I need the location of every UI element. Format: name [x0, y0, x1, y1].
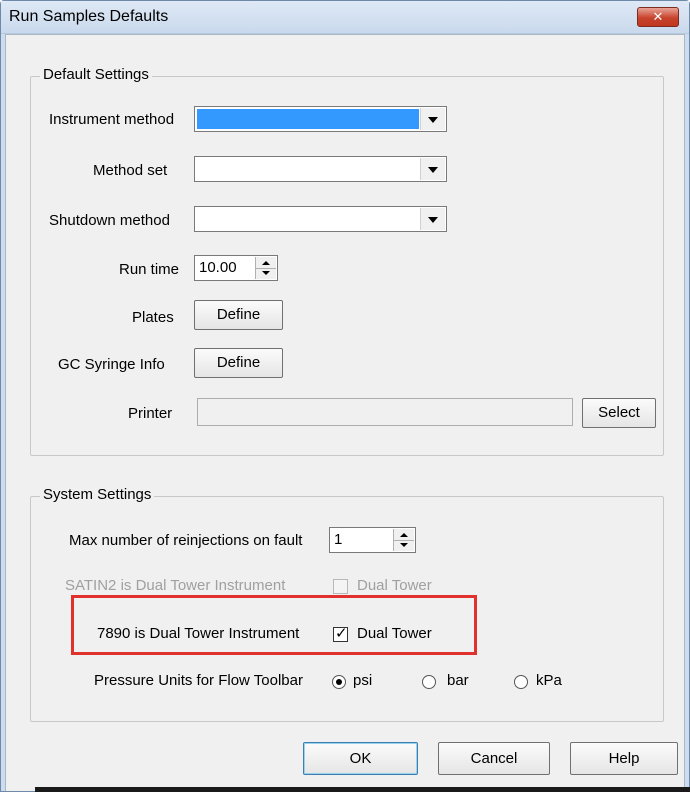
pressure-psi-radio[interactable] — [332, 675, 346, 689]
run-time-spinner[interactable]: 10.00 — [194, 255, 278, 281]
pressure-bar-label: bar — [447, 672, 469, 689]
instrument-method-label: Instrument method — [49, 111, 175, 128]
system-settings-legend: System Settings — [40, 486, 155, 503]
dialog-title: Run Samples Defaults — [9, 8, 169, 25]
pressure-psi-label: psi — [353, 672, 373, 689]
instrument-method-dropdown[interactable] — [194, 106, 447, 132]
shutdown-method-dropdown[interactable] — [194, 206, 447, 232]
default-settings-group: Default Settings Instrument method Metho… — [30, 66, 664, 456]
title-bar[interactable]: Run Samples Defaults ✕ — [1, 1, 689, 34]
taskbar-edge — [35, 787, 690, 792]
spin-down-icon[interactable] — [256, 268, 276, 279]
run-time-spin-buttons — [255, 257, 276, 279]
chevron-down-icon[interactable] — [420, 158, 445, 180]
method-set-label: Method set — [93, 162, 168, 179]
shutdown-method-selection — [197, 209, 419, 229]
printer-select-button[interactable]: Select — [582, 398, 656, 428]
pressure-kpa-label: kPa — [536, 672, 562, 689]
shutdown-method-label: Shutdown method — [49, 212, 170, 229]
method-set-dropdown[interactable] — [194, 156, 447, 182]
gc-syringe-label: GC Syringe Info — [58, 356, 165, 373]
dialog-client-area: Default Settings Instrument method Metho… — [5, 34, 685, 791]
run-time-label: Run time — [119, 261, 180, 278]
pressure-bar-radio[interactable] — [422, 675, 436, 689]
annotation-highlight-box — [71, 595, 477, 655]
gc-syringe-define-button[interactable]: Define — [194, 348, 283, 378]
plates-label: Plates — [132, 309, 174, 326]
printer-label: Printer — [128, 405, 173, 422]
spin-down-icon[interactable] — [394, 540, 414, 551]
satin2-dual-tower-checkbox-label: Dual Tower — [357, 577, 432, 594]
max-reinjections-label: Max number of reinjections on fault — [69, 532, 303, 549]
run-time-value[interactable]: 10.00 — [199, 259, 237, 276]
help-button[interactable]: Help — [570, 742, 678, 775]
plates-define-button[interactable]: Define — [194, 300, 283, 330]
cancel-button[interactable]: Cancel — [438, 742, 550, 775]
dialog-window: Run Samples Defaults ✕ Default Settings … — [0, 0, 690, 792]
radio-selected-dot — [336, 679, 342, 685]
pressure-kpa-radio[interactable] — [514, 675, 528, 689]
chevron-down-icon[interactable] — [420, 108, 445, 130]
max-reinjections-spinner[interactable]: 1 — [329, 527, 416, 553]
chevron-down-icon[interactable] — [420, 208, 445, 230]
close-icon[interactable]: ✕ — [637, 7, 679, 27]
instrument-method-selection — [197, 109, 419, 129]
printer-field — [197, 398, 573, 426]
satin2-dual-tower-label: SATIN2 is Dual Tower Instrument — [65, 577, 286, 594]
pressure-units-label: Pressure Units for Flow Toolbar — [94, 672, 303, 689]
default-settings-legend: Default Settings — [40, 66, 152, 83]
ok-button[interactable]: OK — [303, 742, 418, 775]
max-reinjections-spin-buttons — [393, 529, 414, 551]
max-reinjections-value[interactable]: 1 — [334, 531, 342, 548]
satin2-dual-tower-checkbox[interactable] — [333, 579, 348, 594]
method-set-selection — [197, 159, 419, 179]
